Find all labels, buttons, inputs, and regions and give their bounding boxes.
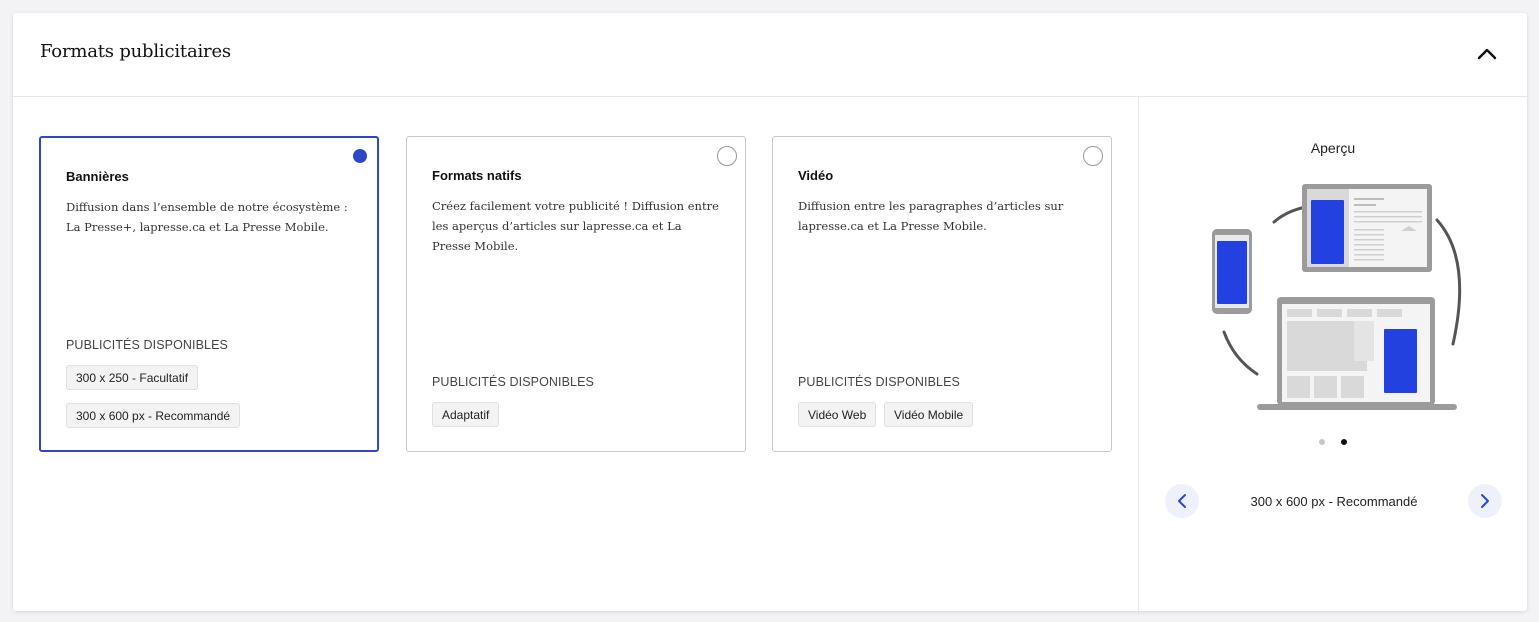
card-title: Formats natifs [432, 168, 522, 183]
preview-next-button[interactable] [1468, 484, 1502, 518]
available-ads-label: PUBLICITÉS DISPONIBLES [432, 375, 594, 389]
preview-caption: 300 x 600 px - Recommandé [1250, 494, 1418, 509]
preview-title: Aperçu [1310, 140, 1356, 156]
card-description: Diffusion entre les paragraphes d’articl… [798, 199, 1064, 233]
card-title: Bannières [66, 169, 129, 184]
format-card-formats-natifs[interactable]: Formats natifs Créez facilement votre pu… [406, 136, 746, 452]
card-description: Diffusion dans l’ensemble de notre écosy… [66, 200, 348, 234]
preview-pane: Aperçu 300 x 600 px - Recommandé [1138, 97, 1527, 611]
carousel-dot-active[interactable] [1341, 439, 1347, 445]
format-radio-formats-natifs[interactable] [717, 146, 737, 166]
format-radio-bannieres[interactable] [350, 146, 370, 166]
carousel-dots [1139, 439, 1527, 445]
ad-size-chip: 300 x 250 - Facultatif [66, 365, 199, 390]
ad-size-chip: 300 x 600 px - Recommandé [66, 403, 241, 428]
multi-device-illustration [1212, 184, 1462, 410]
chevron-up-icon [1477, 48, 1497, 60]
chevron-right-icon [1481, 494, 1489, 508]
ad-size-chip: Vidéo Web [798, 402, 877, 427]
ad-size-chip: Adaptatif [432, 402, 500, 427]
panel-body: Bannières Diffusion dans l’ensemble de n… [13, 97, 1527, 611]
preview-prev-button[interactable] [1165, 484, 1199, 518]
format-cards: Bannières Diffusion dans l’ensemble de n… [13, 97, 1138, 611]
format-radio-video[interactable] [1083, 146, 1103, 166]
panel-title: Formats publicitaires [40, 41, 231, 62]
collapse-button[interactable] [1475, 42, 1499, 66]
available-ads-label: PUBLICITÉS DISPONIBLES [798, 375, 960, 389]
carousel-dot[interactable] [1319, 439, 1325, 445]
card-description: Créez facilement votre publicité ! Diffu… [432, 199, 719, 253]
panel-header[interactable]: Formats publicitaires [13, 13, 1527, 97]
ad-size-chip: Vidéo Mobile [884, 402, 974, 427]
chevron-left-icon [1178, 494, 1186, 508]
card-title: Vidéo [798, 168, 834, 183]
format-card-bannieres[interactable]: Bannières Diffusion dans l’ensemble de n… [39, 136, 379, 452]
ad-formats-panel: Formats publicitaires Bannières Diffusio… [13, 13, 1527, 611]
available-ads-label: PUBLICITÉS DISPONIBLES [66, 338, 228, 352]
format-card-video[interactable]: Vidéo Diffusion entre les paragraphes d’… [772, 136, 1112, 452]
